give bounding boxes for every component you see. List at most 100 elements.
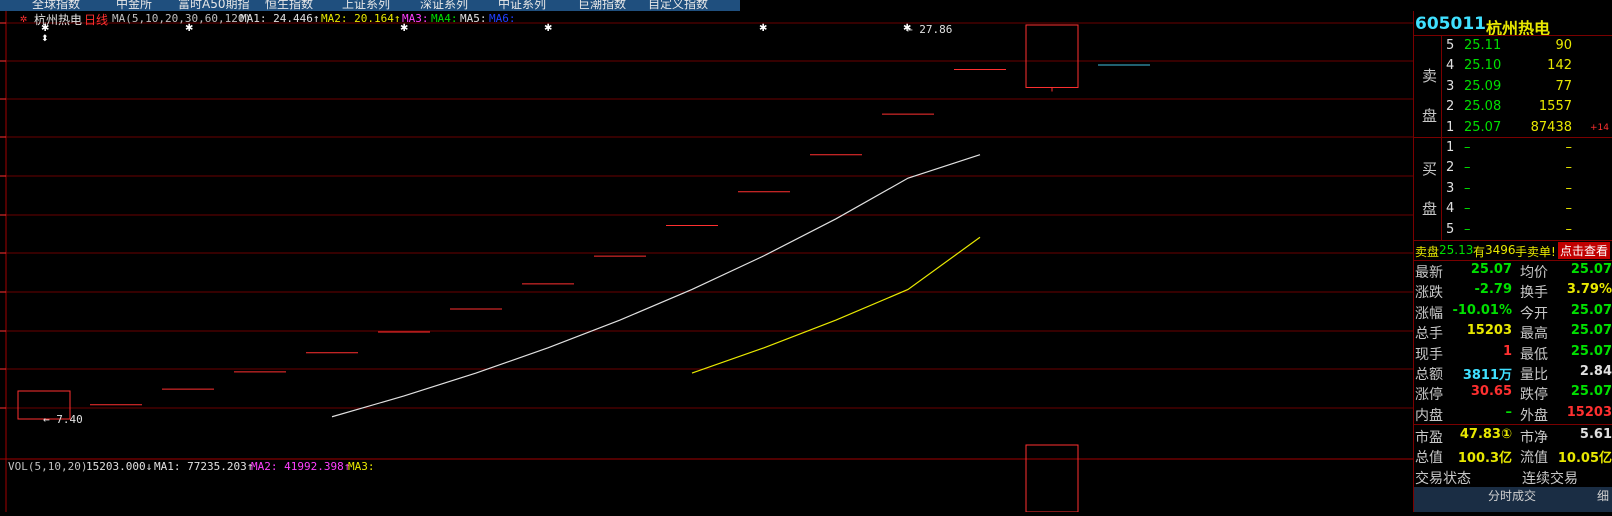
stats-value-left: 30.65 bbox=[1470, 384, 1512, 400]
stats-label-left: 内盘 bbox=[1415, 407, 1443, 424]
sell-row[interactable]: 5 25.11 90 bbox=[1442, 36, 1612, 56]
vol-ma1-value: MA1: 77235.203↑ bbox=[154, 460, 254, 473]
kline-chart-area[interactable]: ✱ ✱ ✱ ✱ ✱ ✱ ⬍ ✲ 杭州热电 日线 MA(5,10,20,30,60,120) … bbox=[0, 11, 1413, 513]
tab-shenzhen-series[interactable]: 深证系列 bbox=[420, 0, 468, 11]
buy-row[interactable]: 5 – – bbox=[1442, 220, 1612, 240]
quote-panel: 605011 杭州热电 卖 盘 5 25.11 90 4 25.10 142 3… bbox=[1413, 11, 1612, 512]
stats-label-right: 今开 bbox=[1520, 305, 1548, 322]
stats2-value-right: 10.05亿 bbox=[1557, 451, 1612, 467]
stats-label-right: 外盘 bbox=[1520, 407, 1548, 424]
stats-label-right: 最高 bbox=[1520, 326, 1548, 343]
tab-tick-trades[interactable]: 分时成交 bbox=[1488, 487, 1536, 504]
stats-value-left: 15203 bbox=[1466, 323, 1512, 339]
sell-price: 25.09 bbox=[1464, 78, 1502, 94]
tab-csi-series[interactable]: 中证系列 bbox=[498, 0, 546, 11]
stats-value-left: 25.07 bbox=[1470, 262, 1512, 277]
sell-level: 5 bbox=[1446, 38, 1455, 53]
sell-price: 25.07 bbox=[1464, 119, 1502, 135]
stock-code: 605011 bbox=[1415, 14, 1486, 34]
stats-value-right: 15203 bbox=[1566, 404, 1612, 420]
stats-label-right: 换手 bbox=[1520, 285, 1548, 302]
ma2-value: MA2: 20.164↑ bbox=[321, 12, 401, 25]
kline-chart[interactable]: ✱ ✱ ✱ ✱ ✱ ✱⬍ bbox=[0, 11, 1413, 513]
ma4-value: MA4: bbox=[431, 12, 458, 25]
stats-value-right: 25.07 bbox=[1570, 323, 1612, 339]
stats-row: 涨跌 -2.79 换手 3.79% bbox=[1414, 281, 1612, 301]
stats-value-left: – bbox=[1505, 404, 1513, 420]
stats-label-left: 涨跌 bbox=[1415, 285, 1443, 302]
sell-volume: 87438 bbox=[1530, 119, 1572, 135]
tab-cninfo-index[interactable]: 巨潮指数 bbox=[578, 0, 626, 11]
stats-label-left: 总手 bbox=[1415, 326, 1443, 343]
high-price-annotation: ← 27.86 bbox=[906, 23, 953, 36]
limit-up-marker: ✱ bbox=[544, 23, 552, 34]
tab-hang-seng[interactable]: 恒生指数 bbox=[265, 0, 313, 11]
tab-shanghai-series[interactable]: 上证系列 bbox=[342, 0, 390, 11]
buy-volume: – bbox=[1565, 221, 1573, 237]
stats-label-right: 跌停 bbox=[1520, 387, 1548, 404]
vol-ma3-value: MA3: bbox=[348, 460, 375, 473]
sell-change: +14 bbox=[1590, 122, 1609, 133]
sell-level: 2 bbox=[1446, 99, 1455, 115]
sell-row[interactable]: 4 25.10 142 bbox=[1442, 56, 1612, 76]
low-price-annotation: ← 7.40 bbox=[43, 413, 83, 426]
period-label[interactable]: 日线 bbox=[84, 11, 108, 28]
buy-price: – bbox=[1464, 201, 1471, 217]
tab-global-index[interactable]: 全球指数 bbox=[32, 0, 80, 11]
sell-volume: 77 bbox=[1555, 78, 1572, 94]
sell-row[interactable]: 1 25.07 87438 +14 bbox=[1442, 118, 1612, 138]
buy-level: 3 bbox=[1446, 180, 1455, 196]
buy-book: 买 盘 1 – – 2 – – 3 – – 4 – – 5 – – bbox=[1414, 138, 1612, 240]
buy-level: 5 bbox=[1446, 221, 1455, 237]
buy-volume: – bbox=[1565, 140, 1573, 155]
ma1-line bbox=[331, 154, 981, 418]
vol-value: 15203.000↓ bbox=[86, 460, 153, 473]
sell-level: 4 bbox=[1446, 58, 1455, 74]
stats2-row: 总值 100.3亿 流值 10.05亿 bbox=[1414, 446, 1612, 466]
stats-label-left: 最新 bbox=[1415, 265, 1443, 281]
stats2-value-right: 5.61 bbox=[1579, 427, 1612, 442]
valuation-stats: 市盈 47.83① 市净 5.61 总值 100.3亿 流值 10.05亿 bbox=[1414, 425, 1612, 467]
sell-price: 25.08 bbox=[1464, 99, 1502, 115]
tab-detail[interactable]: 细 bbox=[1597, 487, 1609, 504]
quote-stats: 最新 25.07 均价 25.07 涨跌 -2.79 换手 3.79% 涨幅 -… bbox=[1414, 261, 1612, 424]
buy-volume: – bbox=[1565, 201, 1573, 217]
stats-label-left: 涨停 bbox=[1415, 387, 1443, 404]
settings-icon[interactable]: ✲ bbox=[20, 11, 27, 25]
stats-label-right: 量比 bbox=[1520, 367, 1548, 383]
sell-price: 25.11 bbox=[1464, 38, 1502, 53]
stats-row: 总额 3811万 量比 2.84 bbox=[1414, 363, 1612, 383]
notice-suffix: 手卖单! bbox=[1515, 245, 1556, 259]
sell-volume: 90 bbox=[1555, 38, 1572, 53]
buy-level: 1 bbox=[1446, 140, 1455, 155]
buy-volume: – bbox=[1565, 180, 1573, 196]
tab-cffex[interactable]: 中金所 bbox=[116, 0, 152, 11]
view-detail-button[interactable]: 点击查看 bbox=[1558, 242, 1611, 259]
buy-row[interactable]: 2 – – bbox=[1442, 158, 1612, 178]
sell-row[interactable]: 2 25.08 1557 bbox=[1442, 97, 1612, 117]
buy-row[interactable]: 4 – – bbox=[1442, 199, 1612, 219]
bottom-tab-bar: 分时成交 细 bbox=[1414, 487, 1612, 512]
buy-row[interactable]: 1 – – bbox=[1442, 138, 1612, 158]
stats-label-right: 最低 bbox=[1520, 346, 1548, 363]
sell-row[interactable]: 3 25.09 77 bbox=[1442, 77, 1612, 97]
stats-row: 总手 15203 最高 25.07 bbox=[1414, 322, 1612, 342]
buy-side-label-top: 买 bbox=[1422, 160, 1438, 178]
buy-row[interactable]: 3 – – bbox=[1442, 179, 1612, 199]
notice-mid: 有 bbox=[1473, 245, 1486, 259]
stats-label-left: 现手 bbox=[1415, 346, 1443, 363]
ma2-line bbox=[691, 236, 981, 374]
vol-params-label: VOL(5,10,20) bbox=[8, 460, 88, 473]
volume-bar bbox=[1025, 444, 1079, 513]
big-order-notice: 卖盘 25.13 有 3496 手卖单! 点击查看 bbox=[1414, 241, 1612, 260]
stats-value-left: -10.01% bbox=[1452, 302, 1512, 318]
tab-ftse-a50[interactable]: 富时A50期指 bbox=[178, 0, 249, 11]
sell-volume: 142 bbox=[1547, 58, 1572, 74]
candle bbox=[1025, 24, 1079, 88]
trading-status-label: 交易状态 bbox=[1415, 471, 1471, 487]
buy-price: – bbox=[1464, 180, 1471, 196]
notice-qty: 3496 bbox=[1485, 243, 1516, 257]
stats-value-right: 2.84 bbox=[1579, 364, 1612, 379]
sell-level: 3 bbox=[1446, 78, 1455, 94]
tab-custom-index[interactable]: 自定义指数 bbox=[648, 0, 708, 11]
